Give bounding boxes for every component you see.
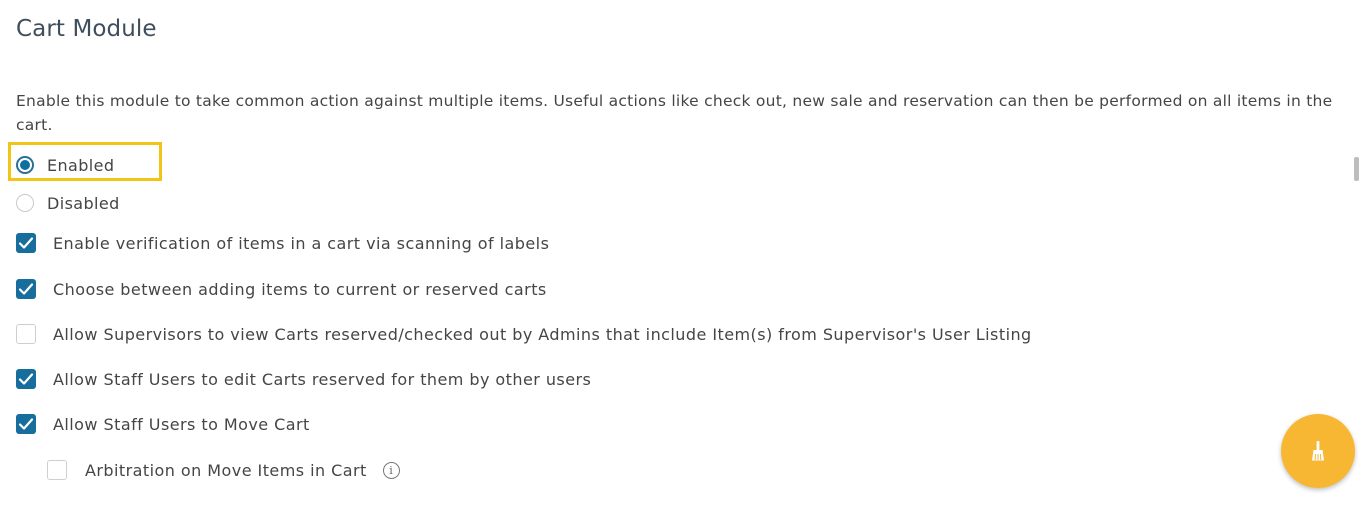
setting-staff-edit-label: Allow Staff Users to edit Carts reserved…	[53, 369, 592, 389]
checkbox-choose-carts[interactable]	[16, 279, 36, 299]
setting-choose-carts-label: Choose between adding items to current o…	[53, 279, 547, 299]
setting-arbitration-label: Arbitration on Move Items in Cart	[85, 460, 367, 480]
setting-supervisors-view-label: Allow Supervisors to view Carts reserved…	[53, 324, 1032, 344]
radio-enabled-label: Enabled	[47, 155, 115, 175]
radio-disabled-label: Disabled	[47, 193, 120, 213]
radio-enabled-control[interactable]	[16, 156, 34, 174]
setting-staff-move[interactable]: Allow Staff Users to Move Cart	[16, 412, 310, 436]
scrollbar-thumb[interactable]	[1354, 157, 1359, 181]
checkbox-staff-move[interactable]	[16, 414, 36, 434]
setting-arbitration[interactable]: Arbitration on Move Items in Cart i	[47, 458, 400, 482]
radio-disabled-control[interactable]	[16, 194, 34, 212]
page-title: Cart Module	[16, 16, 157, 42]
radio-enabled[interactable]: Enabled	[16, 153, 114, 177]
setting-verify-scanning-label: Enable verification of items in a cart v…	[53, 233, 550, 253]
module-description: Enable this module to take common action…	[16, 92, 1333, 134]
setting-staff-move-label: Allow Staff Users to Move Cart	[53, 414, 310, 434]
checkbox-staff-edit[interactable]	[16, 369, 36, 389]
checkbox-arbitration[interactable]	[47, 460, 67, 480]
setting-staff-edit[interactable]: Allow Staff Users to edit Carts reserved…	[16, 367, 591, 391]
cart-module-settings: Cart Module Enable this module to take c…	[0, 0, 1359, 510]
info-icon[interactable]: i	[382, 461, 400, 479]
checkbox-verify-scanning[interactable]	[16, 233, 36, 253]
setting-choose-carts[interactable]: Choose between adding items to current o…	[16, 277, 547, 301]
checkbox-supervisors-view[interactable]	[16, 324, 36, 344]
setting-supervisors-view[interactable]: Allow Supervisors to view Carts reserved…	[16, 322, 1032, 346]
broom-fab-button[interactable]	[1281, 414, 1355, 488]
broom-icon	[1312, 441, 1324, 461]
radio-disabled[interactable]: Disabled	[16, 191, 120, 215]
setting-verify-scanning[interactable]: Enable verification of items in a cart v…	[16, 231, 549, 255]
